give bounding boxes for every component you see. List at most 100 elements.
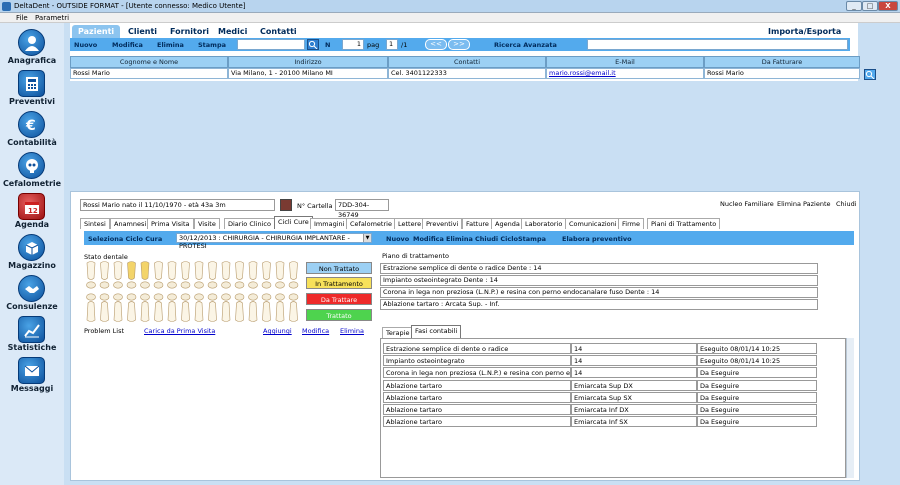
subtab-sintesi[interactable]: Sintesi (80, 218, 110, 229)
tooth[interactable] (207, 261, 218, 289)
tooth[interactable] (207, 293, 218, 322)
subtab-anamnesi[interactable]: Anamnesi (110, 218, 151, 229)
email-link[interactable]: mario.rossi@email.it (549, 69, 616, 77)
tooth[interactable] (126, 293, 137, 322)
tab-fasi-contabili[interactable]: Fasi contabili (411, 325, 462, 338)
next-page-button[interactable]: >> (448, 39, 470, 50)
advanced-search-input[interactable] (587, 39, 848, 50)
tooth[interactable] (167, 261, 177, 289)
nav-consulenze[interactable]: Consulenze (0, 273, 64, 313)
maximize-button[interactable]: □ (862, 1, 878, 11)
piano-item[interactable]: Ablazione tartaro : Arcata Sup. - Inf. (380, 299, 818, 310)
tab-terapie[interactable]: Terapie (382, 327, 414, 338)
nav-messaggi[interactable]: Messaggi (0, 355, 64, 395)
tooth[interactable] (275, 261, 285, 289)
subtab-fatture[interactable]: Fatture (462, 218, 493, 229)
subtab-laboratorio[interactable]: Laboratorio (521, 218, 567, 229)
minimize-button[interactable]: _ (846, 1, 862, 11)
tab-pazienti[interactable]: Pazienti (72, 25, 121, 38)
col-contatti[interactable]: Contatti (388, 56, 546, 68)
tab-fornitori[interactable]: Fornitori (164, 25, 215, 38)
col-cognome-nome[interactable]: Cognome e Nome (70, 56, 228, 68)
legend-non-trattato[interactable]: Non Trattato (306, 262, 372, 274)
problem-modifica-link[interactable]: Modifica (302, 327, 329, 335)
legend-in-trattamento[interactable]: In Trattamento (306, 277, 372, 289)
subtab-preventivi[interactable]: Preventivi (422, 218, 463, 229)
subtab-cicli-cure[interactable]: Cicli Cure (274, 216, 313, 229)
row-search-button[interactable] (864, 69, 876, 80)
legend-trattato[interactable]: Trattato (306, 309, 372, 321)
nav-preventivi[interactable]: Preventivi (0, 68, 64, 108)
tooth[interactable] (221, 261, 231, 289)
tab-clienti[interactable]: Clienti (122, 25, 163, 38)
menu-parametri[interactable]: Parametri (35, 14, 69, 22)
tooth[interactable] (194, 261, 204, 289)
ciclo-modifica-button[interactable]: Modifica (413, 235, 444, 243)
tooth[interactable] (221, 293, 231, 322)
tooth[interactable] (167, 293, 177, 322)
table-row-contatti[interactable]: Cel. 3401122333 (388, 68, 546, 79)
col-indirizzo[interactable]: Indirizzo (228, 56, 388, 68)
tooth[interactable] (248, 293, 258, 322)
stampa-button[interactable]: Stampa (198, 41, 226, 49)
nav-statistiche[interactable]: Statistiche (0, 314, 64, 354)
subtab-lettere[interactable]: Lettere (394, 218, 426, 229)
col-da-fatturare[interactable]: Da Fatturare (704, 56, 860, 68)
subtab-diario-clinico[interactable]: Diario Clinico (224, 218, 275, 229)
table-row-email[interactable]: mario.rossi@email.it (546, 68, 704, 79)
elabora-preventivo-button[interactable]: Elabora preventivo (562, 235, 632, 243)
tooth[interactable] (248, 261, 258, 289)
tab-medici[interactable]: Medici (212, 25, 253, 38)
tooth[interactable] (180, 261, 191, 289)
tooth[interactable] (261, 261, 272, 289)
nuovo-button[interactable]: Nuovo (74, 41, 97, 49)
nucleo-familiare-link[interactable]: Nucleo Familiare (720, 200, 774, 208)
legend-da-trattare[interactable]: Da Trattare (306, 293, 372, 305)
nav-agenda[interactable]: 12 Agenda (0, 191, 64, 231)
tooth[interactable] (113, 293, 123, 322)
subtab-firme[interactable]: Firme (618, 218, 644, 229)
table-row-indirizzo[interactable]: Via Milano, 1 - 20100 Milano MI (228, 68, 388, 79)
nav-contabilita[interactable]: € Contabilità (0, 109, 64, 149)
chiudi-link[interactable]: Chiudi (836, 200, 857, 208)
record-number-input[interactable]: 1 (342, 39, 364, 50)
piano-item[interactable]: Estrazione semplice di dente o radice De… (380, 263, 818, 274)
tooth[interactable] (113, 261, 123, 289)
tooth[interactable] (234, 293, 245, 322)
ciclo-elimina-button[interactable]: Elimina (446, 235, 473, 243)
tab-contatti[interactable]: Contatti (254, 25, 303, 38)
tooth[interactable] (99, 293, 110, 322)
table-row-nome[interactable]: Rossi Mario (70, 68, 228, 79)
tooth[interactable] (86, 293, 96, 322)
tooth[interactable] (86, 261, 96, 289)
tooth[interactable] (99, 261, 110, 289)
subtab-immagini[interactable]: Immagini (310, 218, 349, 229)
table-row-fatturare[interactable]: Rossi Mario (704, 68, 860, 79)
subtab-cefalometrie[interactable]: Cefalometrie (346, 218, 396, 229)
dental-chart[interactable] (84, 261, 304, 323)
page-input[interactable]: 1 (386, 39, 398, 50)
nav-cefalometrie[interactable]: Cefalometrie (0, 150, 64, 190)
import-export-link[interactable]: Importa/Esporta (762, 25, 847, 38)
tooth[interactable] (140, 293, 150, 322)
tooth[interactable] (126, 261, 137, 289)
subtab-piani-trattamento[interactable]: Piani di Trattamento (647, 218, 721, 229)
carica-prima-visita-link[interactable]: Carica da Prima Visita (144, 327, 215, 335)
close-button[interactable]: X (878, 1, 898, 11)
tooth[interactable] (153, 261, 164, 289)
nav-anagrafica[interactable]: Anagrafica (0, 27, 64, 67)
piano-item[interactable]: Impianto osteointegrato Dente : 14 (380, 275, 818, 286)
elimina-button[interactable]: Elimina (157, 41, 184, 49)
search-input[interactable] (237, 39, 305, 50)
tooth[interactable] (288, 293, 299, 322)
elimina-paziente-link[interactable]: Elimina Paziente (777, 200, 831, 208)
tooth[interactable] (194, 293, 204, 322)
menu-file[interactable]: File (16, 14, 28, 22)
chiudi-ciclo-button[interactable]: Chiudi Ciclo (475, 235, 518, 243)
tooth[interactable] (140, 261, 150, 289)
ciclo-stampa-button[interactable]: Stampa (518, 235, 546, 243)
tooth[interactable] (275, 293, 285, 322)
nav-magazzino[interactable]: Magazzino (0, 232, 64, 272)
piano-item[interactable]: Corona in lega non preziosa (L.N.P.) e r… (380, 287, 818, 298)
tooth[interactable] (234, 261, 245, 289)
